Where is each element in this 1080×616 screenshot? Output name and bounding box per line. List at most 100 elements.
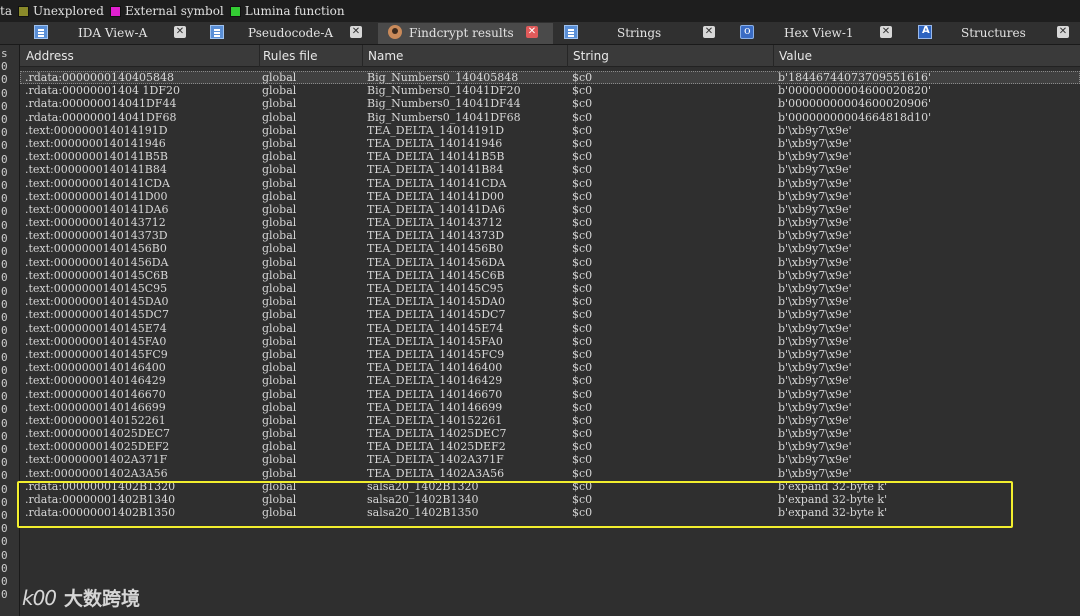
table-row[interactable]: .rdata:00000001402B1320 global salsa20_140… xyxy=(20,480,1080,493)
cell-rules-file: global xyxy=(262,176,297,190)
table-row[interactable]: .text:000000014025DEF2 global TEA_DELTA_14… xyxy=(20,440,1080,453)
close-icon[interactable]: ✕ xyxy=(350,26,362,38)
color-swatch-icon xyxy=(17,5,29,17)
tab-pseudocode-a[interactable]: Pseudocode-A ✕ xyxy=(206,23,366,44)
tab-hex-view-1[interactable]: Hex View-1 ✕ xyxy=(740,23,900,44)
table-row[interactable]: .text:0000000140152261 global TEA_DELTA_14… xyxy=(20,414,1080,427)
cell-name: TEA_DELTA_140141B84 xyxy=(367,163,504,177)
gutter-glyph: 0 xyxy=(1,271,8,285)
cell-rules-file: global xyxy=(262,216,297,230)
cell-name: TEA_DELTA_14025DEC7 xyxy=(367,427,507,441)
cell-string: $c0 xyxy=(572,321,593,335)
cell-string: $c0 xyxy=(572,400,593,414)
table-row[interactable]: .text:0000000140143712 global TEA_DELTA_14… xyxy=(20,216,1080,229)
table-row[interactable]: .text:00000001401456B0 global TEA_DELTA_14… xyxy=(20,242,1080,255)
column-header-rules-file[interactable]: Rules file xyxy=(257,45,363,67)
column-header-address[interactable]: Address xyxy=(20,45,260,67)
gutter-glyph: 0 xyxy=(1,86,8,100)
table-row[interactable]: .rdata:000000014041DF44 global Big_Numbers… xyxy=(20,97,1080,110)
cell-name: TEA_DELTA_140145C6B xyxy=(367,268,505,282)
gutter-glyph: 0 xyxy=(1,218,8,232)
table-row[interactable]: .text:000000014014191D global TEA_DELTA_14… xyxy=(20,124,1080,137)
close-icon[interactable]: ✕ xyxy=(703,26,715,38)
cell-rules-file: global xyxy=(262,427,297,441)
column-header-string[interactable]: String xyxy=(567,45,774,67)
gutter-glyph: 0 xyxy=(1,575,8,588)
cell-address: .text:000000014025DEF2 xyxy=(25,440,170,454)
gutter-glyph: 0 xyxy=(1,588,8,602)
color-legend: ta Unexplored External symbol Lumina fun… xyxy=(0,0,1080,22)
watermark: k00 大数跨境 xyxy=(22,584,140,611)
cell-address: .text:0000000140146699 xyxy=(25,400,166,414)
cell-address: .text:0000000140145C95 xyxy=(25,282,168,295)
tab-structures[interactable]: Structures ✕ xyxy=(917,23,1077,44)
table-row[interactable]: .rdata:00000001404 1DF20 global Big_Number… xyxy=(20,84,1080,97)
cell-string: $c0 xyxy=(572,97,593,111)
gutter-glyph: 0 xyxy=(1,377,8,390)
cell-address: .text:0000000140145FC9 xyxy=(25,347,168,361)
cell-rules-file: global xyxy=(262,453,297,467)
gutter-glyph: 0 xyxy=(1,139,8,153)
gutter-glyph: 0 xyxy=(1,297,8,311)
column-header-value[interactable]: Value xyxy=(773,45,1080,67)
table-row[interactable]: .text:0000000140146400 global TEA_DELTA_14… xyxy=(20,361,1080,374)
cell-string: $c0 xyxy=(572,110,593,124)
legend-item-data: ta xyxy=(0,4,12,18)
table-row[interactable]: .text:0000000140146670 global TEA_DELTA_14… xyxy=(20,388,1080,401)
cell-value: b'\xb9y7\x9e' xyxy=(778,216,852,230)
cell-name: salsa20_1402B1340 xyxy=(367,493,479,506)
cell-rules-file: global xyxy=(262,110,297,124)
table-row[interactable]: .text:00000001402A371F global TEA_DELTA_14… xyxy=(20,453,1080,466)
tab-ida-view-a[interactable]: IDA View-A ✕ xyxy=(30,23,190,44)
table-row[interactable]: .text:0000000140145DC7 global TEA_DELTA_14… xyxy=(20,308,1080,321)
table-row[interactable]: .text:0000000140145C6B global TEA_DELTA_14… xyxy=(20,269,1080,282)
table-row[interactable]: .text:0000000140146429 global TEA_DELTA_14… xyxy=(20,374,1080,387)
tab-strings[interactable]: Strings ✕ xyxy=(562,23,722,44)
close-icon[interactable]: ✕ xyxy=(1057,26,1069,38)
table-row[interactable]: .text:0000000140145C95 global TEA_DELTA_14… xyxy=(20,282,1080,295)
table-row[interactable]: .text:00000001401456DA global TEA_DELTA_14… xyxy=(20,256,1080,269)
cell-address: .text:0000000140143712 xyxy=(25,216,166,230)
gutter-glyph: 0 xyxy=(1,548,8,562)
table-row[interactable]: .text:0000000140145DA0 global TEA_DELTA_14… xyxy=(20,295,1080,308)
table-row[interactable]: .rdata:00000001402B1350 global salsa20_140… xyxy=(20,506,1080,519)
gutter-glyph: 0 xyxy=(1,469,8,483)
close-icon[interactable]: ✕ xyxy=(174,26,186,38)
cell-name: TEA_DELTA_140146670 xyxy=(367,387,503,401)
table-row[interactable]: .text:0000000140141CDA global TEA_DELTA_14… xyxy=(20,177,1080,190)
cell-value: b'18446744073709551616' xyxy=(778,71,932,84)
table-row[interactable]: .text:00000001402A3A56 global TEA_DELTA_14… xyxy=(20,467,1080,480)
table-row[interactable]: .text:0000000140145FA0 global TEA_DELTA_14… xyxy=(20,335,1080,348)
cell-rules-file: global xyxy=(262,334,297,348)
cell-address: .text:000000014025DEC7 xyxy=(25,427,171,441)
table-row[interactable]: .text:0000000140141946 global TEA_DELTA_14… xyxy=(20,137,1080,150)
cell-rules-file: global xyxy=(262,506,297,520)
cell-string: $c0 xyxy=(572,453,593,467)
cell-address: .text:00000001401456DA xyxy=(25,255,169,269)
table-row[interactable]: .text:0000000140141B84 global TEA_DELTA_14… xyxy=(20,163,1080,176)
cell-string: $c0 xyxy=(572,268,593,282)
table-row[interactable]: .text:0000000140145E74 global TEA_DELTA_14… xyxy=(20,322,1080,335)
table-row[interactable]: .rdata:000000014041DF68 global Big_Numbers… xyxy=(20,111,1080,124)
table-row[interactable]: .text:0000000140145FC9 global TEA_DELTA_14… xyxy=(20,348,1080,361)
table-row[interactable]: .text:0000000140141B5B global TEA_DELTA_14… xyxy=(20,150,1080,163)
cell-value: b'\xb9y7\x9e' xyxy=(778,361,852,375)
cell-rules-file: global xyxy=(262,400,297,414)
cell-name: Big_Numbers0_14041DF68 xyxy=(367,110,521,124)
table-row[interactable]: .text:0000000140146699 global TEA_DELTA_14… xyxy=(20,401,1080,414)
table-row[interactable]: .text:0000000140141D00 global TEA_DELTA_14… xyxy=(20,190,1080,203)
table-row[interactable]: .rdata:0000000140405848 global Big_Numbers… xyxy=(20,71,1080,85)
table-row[interactable]: .rdata:00000001402B1340 global salsa20_140… xyxy=(20,493,1080,506)
close-icon[interactable]: ✕ xyxy=(880,26,892,38)
close-icon[interactable]: ✕ xyxy=(526,26,538,38)
cell-name: salsa20_1402B1320 xyxy=(367,479,479,493)
cell-rules-file: global xyxy=(262,321,297,335)
cell-name: TEA_DELTA_140141CDA xyxy=(367,176,507,190)
table-row[interactable]: .text:0000000140141DA6 global TEA_DELTA_14… xyxy=(20,203,1080,216)
column-header-name[interactable]: Name xyxy=(362,45,568,67)
cell-string: $c0 xyxy=(572,413,593,427)
tab-findcrypt-results[interactable]: Findcrypt results ✕ xyxy=(378,23,553,44)
table-row[interactable]: .text:000000014014373D global TEA_DELTA_14… xyxy=(20,229,1080,242)
table-row[interactable]: .text:000000014025DEC7 global TEA_DELTA_14… xyxy=(20,427,1080,440)
cell-string: $c0 xyxy=(572,347,593,361)
